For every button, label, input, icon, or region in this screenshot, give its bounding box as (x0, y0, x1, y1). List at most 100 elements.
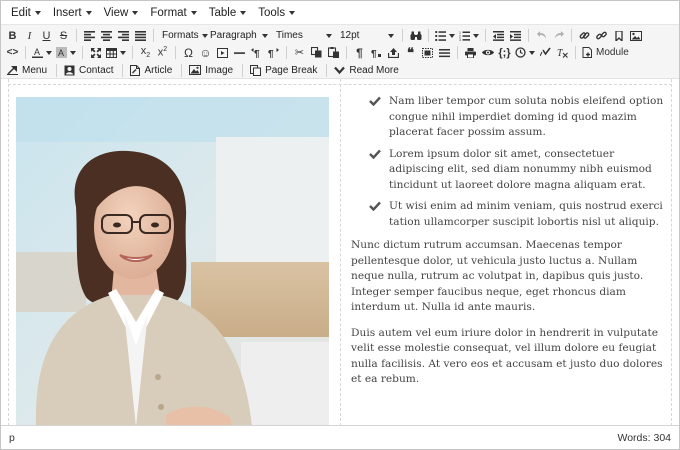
align-right-icon (118, 30, 129, 41)
template-button[interactable] (419, 45, 436, 61)
statusbar: p Words: 304 (1, 425, 679, 449)
menu-insert-label: Insert (52, 6, 82, 19)
unlink-button[interactable] (593, 28, 610, 44)
clear-formatting-button[interactable]: T (554, 45, 571, 61)
chevron-down-icon (529, 50, 535, 55)
menu-button[interactable]: Menu (4, 62, 52, 79)
table-button[interactable] (104, 45, 128, 61)
visual-chars-button[interactable]: ¶ (368, 45, 385, 61)
menu-format[interactable]: Format (144, 3, 202, 23)
font-size-dropdown[interactable]: 12pt (336, 28, 398, 44)
redo-button[interactable] (550, 28, 567, 44)
toolbar-divider (326, 63, 328, 77)
emoticons-button[interactable]: ☺ (197, 45, 214, 61)
paste-button[interactable] (325, 45, 342, 61)
align-center-icon (101, 30, 112, 41)
numbered-list-button[interactable]: 123 (457, 28, 481, 44)
menu-view[interactable]: View (98, 3, 145, 23)
superscript-button[interactable]: x2 (154, 45, 171, 61)
paragraph-ltr-button[interactable]: ¶ (248, 45, 265, 61)
fullscreen-button[interactable] (87, 45, 104, 61)
font-family-dropdown[interactable]: Times (272, 28, 336, 44)
preview-button[interactable] (479, 45, 496, 61)
chevron-down-icon (190, 10, 197, 15)
element-path[interactable]: p (9, 432, 15, 444)
menu-insert[interactable]: Insert (47, 3, 98, 23)
menu-tools[interactable]: Tools (252, 3, 301, 23)
special-character-button[interactable]: Ω (180, 45, 197, 61)
align-right-button[interactable] (115, 28, 132, 44)
chevron-down-icon (473, 33, 479, 38)
anchor-button[interactable] (610, 28, 627, 44)
italic-button[interactable]: I (21, 28, 38, 44)
horizontal-rule-button[interactable] (231, 45, 248, 61)
formats-dropdown[interactable]: Formats (158, 28, 208, 44)
svg-text:¶: ¶ (371, 49, 377, 58)
article-button[interactable]: Article (127, 62, 177, 79)
read-more-button-label: Read More (349, 64, 399, 76)
guide-line (8, 79, 9, 426)
find-button[interactable] (407, 28, 424, 44)
toolbar-divider (485, 29, 486, 42)
align-justify-button[interactable] (132, 28, 149, 44)
toolbar-divider (181, 63, 183, 77)
image-manager-button[interactable]: Image (186, 62, 238, 79)
menu-table[interactable]: Table (203, 3, 253, 23)
indent-icon (510, 30, 521, 41)
bullet-list-button[interactable] (433, 28, 457, 44)
print-button[interactable] (462, 45, 479, 61)
woman-portrait-image (16, 97, 329, 426)
chevron-down-icon (34, 10, 41, 15)
menu-view-label: View (103, 6, 129, 19)
outdent-button[interactable] (490, 28, 507, 44)
indent-button[interactable] (507, 28, 524, 44)
undo-button[interactable] (533, 28, 550, 44)
insert-image-button[interactable] (627, 28, 644, 44)
text-color-button[interactable]: A (30, 45, 54, 61)
contact-button[interactable]: Contact (61, 62, 118, 79)
page-break-button[interactable]: Page Break (247, 62, 322, 79)
toolbar-divider (428, 29, 429, 42)
hr-block-button[interactable] (436, 45, 453, 61)
block-format-dropdown[interactable]: Paragraph (206, 28, 272, 44)
bold-button[interactable]: B (4, 28, 21, 44)
toolbar-row-3: Menu Contact Article Image Page Break Re… (1, 61, 679, 79)
insert-link-button[interactable] (576, 28, 593, 44)
portrait-photo[interactable] (16, 97, 329, 426)
insert-datetime-button[interactable] (513, 45, 537, 61)
insert-file-button[interactable] (385, 45, 402, 61)
media-button[interactable] (214, 45, 231, 61)
source-code-button[interactable]: <> (4, 45, 21, 61)
code-icon: <> (6, 47, 19, 58)
toolbar-divider (402, 29, 403, 42)
spellcheck-button[interactable] (537, 45, 554, 61)
background-color-button[interactable]: A (54, 45, 78, 61)
toolbar: B I U S Formats Paragraph Times 12pt 123 (1, 25, 679, 81)
paragraph-rtl-button[interactable]: ¶ (265, 45, 282, 61)
strikethrough-button[interactable]: S (55, 28, 72, 44)
code-sample-button[interactable]: {;} (496, 45, 513, 61)
toolbar-divider (25, 46, 26, 59)
module-icon (582, 47, 592, 58)
body-paragraph: Duis autem vel eum iriure dolor in hendr… (351, 326, 663, 386)
page-break-button-label: Page Break (265, 64, 318, 76)
align-center-button[interactable] (98, 28, 115, 44)
read-more-button[interactable]: Read More (331, 62, 403, 79)
underline-button[interactable]: U (38, 28, 55, 44)
editor-content[interactable]: Nam liber tempor cum soluta nobis eleife… (1, 78, 679, 426)
menu-link-icon (7, 66, 18, 75)
chevron-down-icon (289, 10, 296, 15)
blockquote-button[interactable]: ❝ (402, 45, 419, 61)
outdent-icon (493, 30, 504, 41)
subscript-button[interactable]: x2 (137, 45, 154, 61)
show-blocks-button[interactable]: ¶ (351, 45, 368, 61)
cut-button[interactable]: ✂ (291, 45, 308, 61)
module-button[interactable]: Module (580, 45, 631, 61)
copy-button[interactable] (308, 45, 325, 61)
svg-text:A: A (34, 47, 40, 57)
contact-button-label: Contact (79, 64, 114, 76)
align-left-button[interactable] (81, 28, 98, 44)
table-icon (106, 47, 117, 58)
menu-edit[interactable]: Edit (5, 3, 47, 23)
checkmark-icon (369, 94, 389, 141)
